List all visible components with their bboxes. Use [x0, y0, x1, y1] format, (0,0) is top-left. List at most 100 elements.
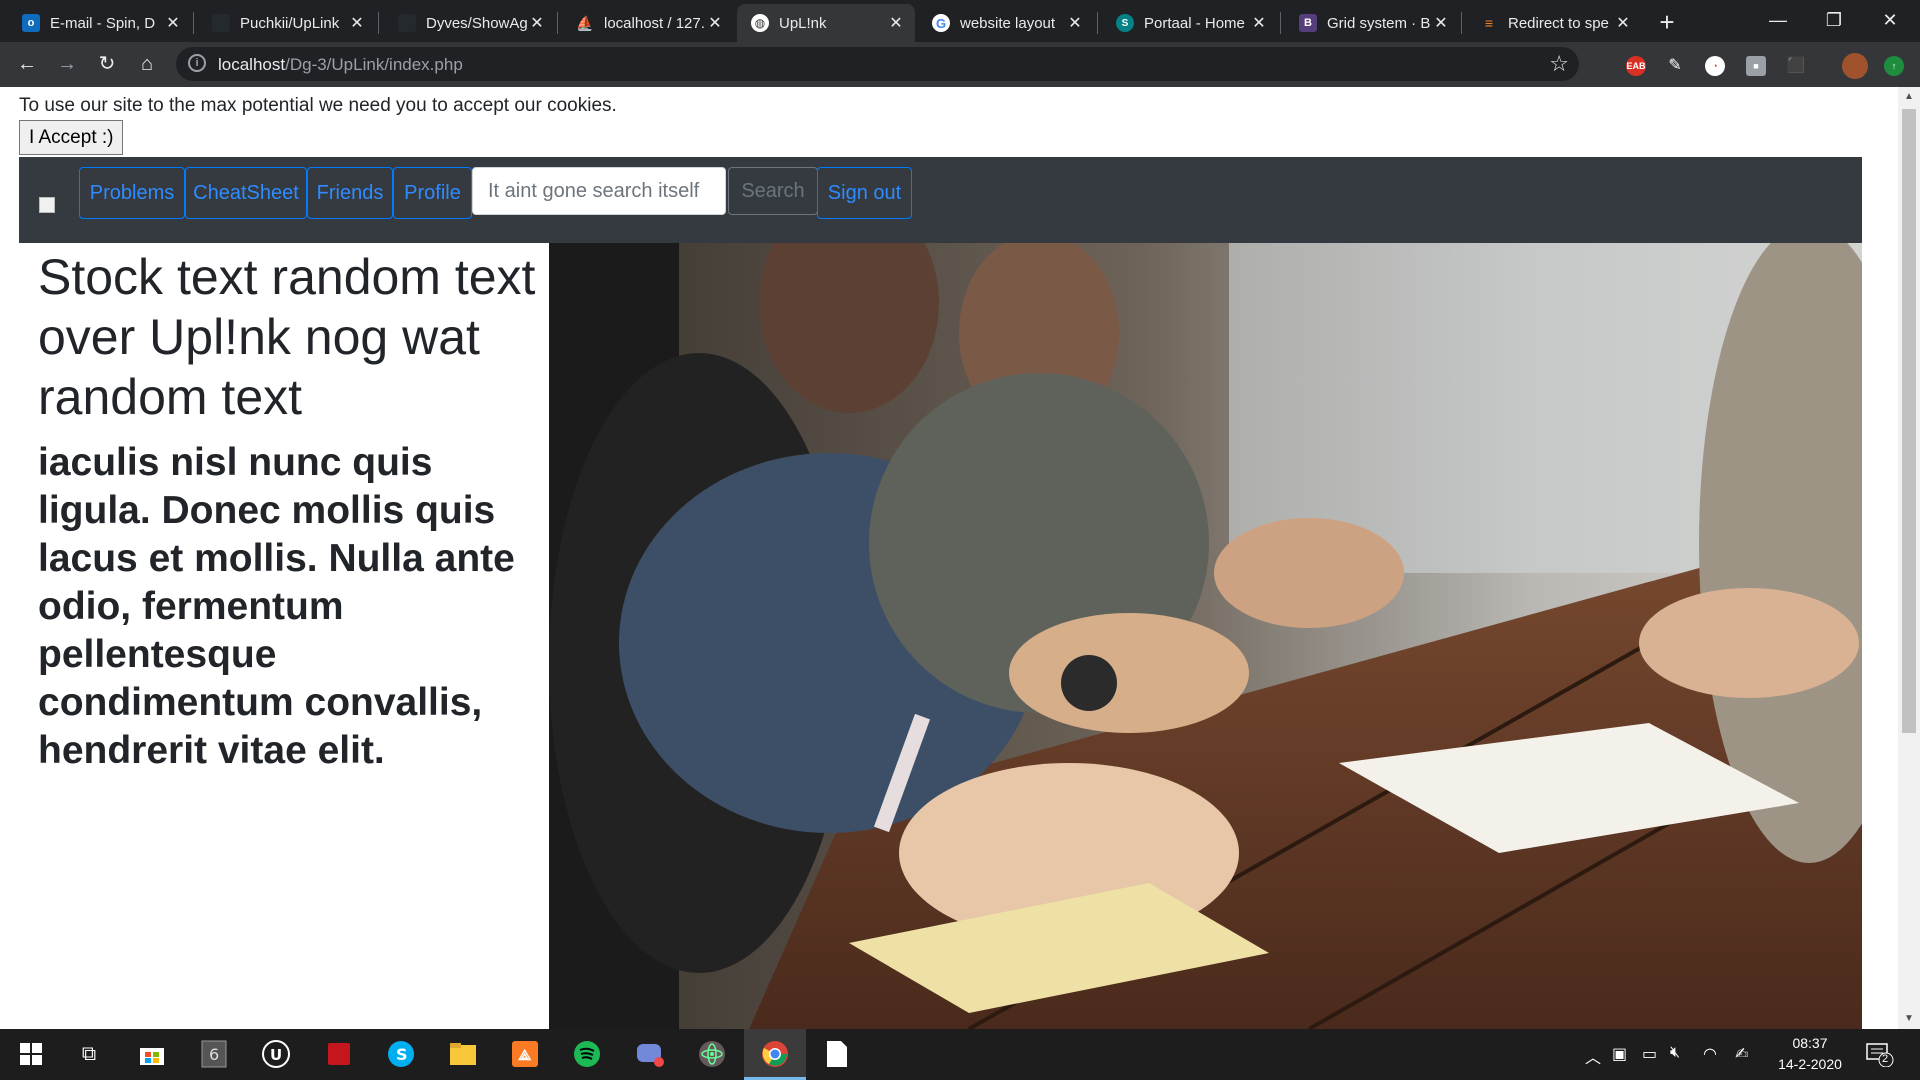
app-red-icon[interactable]	[322, 1037, 356, 1071]
pen-extension-icon[interactable]: ✎	[1665, 56, 1685, 76]
stackoverflow-icon: ≡	[1484, 15, 1494, 31]
system-clock[interactable]: 08:37 14-2-2020	[1770, 1033, 1850, 1075]
url-text[interactable]: localhost/Dg-3/UpLink/index.php	[218, 55, 463, 75]
back-button[interactable]: ←	[12, 49, 42, 79]
clock-date: 14-2-2020	[1778, 1056, 1842, 1072]
close-icon[interactable]: ✕	[706, 13, 724, 33]
tab-github-uplink[interactable]: Puchkii/UpLink ✕	[198, 4, 376, 42]
notification-center-icon[interactable]: 2	[1866, 1041, 1894, 1068]
hero-photo	[549, 243, 1862, 1029]
search-button[interactable]: Search	[728, 167, 818, 215]
close-icon[interactable]: ✕	[164, 13, 182, 33]
skype-icon[interactable]: S	[384, 1037, 418, 1071]
page-scrollbar[interactable]: ▲ ▼	[1898, 87, 1920, 1029]
browser-tab-strip: o E-mail - Spin, D ✕ Puchkii/UpLink ✕ Dy…	[0, 0, 1920, 42]
minimize-button[interactable]: —	[1750, 0, 1806, 42]
tab-google-website-layout[interactable]: G website layout ✕	[918, 4, 1094, 42]
nav-friends[interactable]: Friends	[307, 167, 393, 219]
outlook-icon: o	[22, 14, 40, 32]
brand-logo[interactable]	[39, 197, 59, 217]
notification-count: 2	[1882, 1053, 1889, 1065]
adblock-extension-icon[interactable]: EAB	[1626, 56, 1646, 76]
tab-phpmyadmin[interactable]: ⛵ localhost / 127. ✕	[562, 4, 734, 42]
bootstrap-icon: B	[1299, 14, 1317, 32]
browser-toolbar: ← → ↻ ⌂ i localhost/Dg-3/UpLink/index.ph…	[0, 42, 1920, 87]
reload-button[interactable]: ↻	[92, 49, 122, 79]
windows-start-icon[interactable]	[14, 1037, 48, 1071]
tab-title: Portaal - Home	[1144, 14, 1245, 32]
forward-button[interactable]: →	[52, 49, 82, 79]
search-input[interactable]: It aint gone search itself	[472, 167, 726, 215]
close-icon[interactable]: ✕	[1066, 13, 1084, 33]
globe-icon: ◍	[751, 14, 769, 32]
windows-taskbar: ⧉ 6 U S ⟁ ︿ ▣ ▭ 🔇︎ ◠ ✍︎ 08:37 14-2-2020	[0, 1029, 1920, 1080]
new-tab-button[interactable]: +	[1651, 7, 1683, 39]
battery-icon[interactable]: ▭	[1642, 1044, 1657, 1064]
tab-title: UpL!nk	[779, 14, 827, 32]
tab-uplink-active[interactable]: ◍ UpL!nk ✕	[737, 4, 915, 42]
camera-extension-icon[interactable]: ■	[1746, 56, 1766, 76]
tab-title: localhost / 127.	[604, 14, 705, 32]
accept-cookies-button[interactable]: I Accept :)	[19, 120, 124, 155]
close-icon[interactable]: ✕	[348, 13, 366, 33]
close-window-button[interactable]: ✕	[1862, 0, 1918, 42]
unreal-icon[interactable]: U	[259, 1037, 293, 1071]
close-icon[interactable]: ✕	[1614, 13, 1632, 33]
site-navbar: Problems CheatSheet Friends Profile It a…	[19, 157, 1862, 243]
tab-title: Grid system · B	[1327, 14, 1431, 32]
tab-bootstrap-grid[interactable]: B Grid system · B ✕	[1285, 4, 1460, 42]
show-hidden-icons-chevron-icon[interactable]: ︿	[1585, 1044, 1601, 1068]
clock-time: 08:37	[1792, 1035, 1828, 1051]
site-info-icon[interactable]: i	[188, 54, 206, 72]
xampp-icon[interactable]: ⟁	[508, 1037, 542, 1071]
rainbow-six-icon[interactable]: 6	[197, 1037, 231, 1071]
close-icon[interactable]: ✕	[887, 13, 905, 33]
extension-icon[interactable]: ⬛	[1786, 56, 1806, 76]
pen-workspace-icon[interactable]: ✍︎	[1735, 1044, 1748, 1064]
svg-text:S: S	[396, 1045, 408, 1064]
tab-title: website layout	[960, 14, 1056, 32]
close-icon[interactable]: ✕	[1432, 13, 1450, 33]
profile-avatar-icon[interactable]	[1842, 53, 1868, 79]
restore-button[interactable]: ❐	[1806, 0, 1862, 42]
nav-problems[interactable]: Problems	[79, 167, 185, 219]
bookmark-star-icon[interactable]: ☆	[1549, 51, 1569, 77]
close-icon[interactable]: ✕	[528, 13, 546, 33]
sign-out-button[interactable]: Sign out	[817, 167, 912, 219]
file-explorer-icon[interactable]	[446, 1037, 480, 1071]
nav-cheatsheet[interactable]: CheatSheet	[185, 167, 307, 219]
tab-stackoverflow[interactable]: ≡ Redirect to spe ✕	[1466, 4, 1642, 42]
tab-github-showag[interactable]: Dyves/ShowAg ✕	[384, 4, 556, 42]
chrome-icon[interactable]	[758, 1037, 792, 1071]
page-lead-text: iaculis nisl nunc quis ligula. Donec mol…	[38, 441, 515, 772]
task-view-icon[interactable]: ⧉	[72, 1037, 106, 1071]
sharepoint-icon: S	[1116, 14, 1134, 32]
tab-title: Puchkii/UpLink	[240, 14, 340, 32]
svg-text:6: 6	[209, 1045, 219, 1064]
url-host: localhost	[218, 55, 286, 74]
volume-muted-icon[interactable]: 🔇︎	[1670, 1044, 1680, 1062]
close-icon[interactable]: ✕	[1250, 13, 1268, 33]
update-icon[interactable]: ↑	[1884, 56, 1904, 76]
github-icon	[212, 14, 230, 32]
scroll-thumb[interactable]	[1902, 109, 1916, 733]
wifi-icon[interactable]: ◠	[1703, 1044, 1717, 1064]
store-icon[interactable]	[135, 1037, 169, 1071]
tab-portaal-home[interactable]: S Portaal - Home ✕	[1102, 4, 1278, 42]
broken-image-icon	[39, 197, 55, 213]
discord-icon[interactable]	[633, 1037, 667, 1071]
scroll-up-arrow-icon[interactable]: ▲	[1898, 87, 1920, 107]
notepad-icon[interactable]	[820, 1037, 854, 1071]
tray-app-icon[interactable]: ▣	[1612, 1044, 1627, 1064]
scroll-down-arrow-icon[interactable]: ▼	[1898, 1009, 1920, 1029]
home-button[interactable]: ⌂	[132, 49, 162, 79]
address-bar[interactable]: i localhost/Dg-3/UpLink/index.php ☆	[176, 47, 1579, 81]
nav-profile[interactable]: Profile	[393, 167, 472, 219]
github-icon	[398, 14, 416, 32]
color-picker-extension-icon[interactable]: ◔	[1705, 56, 1725, 76]
atom-icon[interactable]	[695, 1037, 729, 1071]
url-path: /Dg-3/UpLink/index.php	[285, 55, 463, 74]
tab-email[interactable]: o E-mail - Spin, D ✕	[8, 4, 192, 42]
tab-title: Dyves/ShowAg	[426, 14, 528, 32]
spotify-icon[interactable]	[570, 1037, 604, 1071]
